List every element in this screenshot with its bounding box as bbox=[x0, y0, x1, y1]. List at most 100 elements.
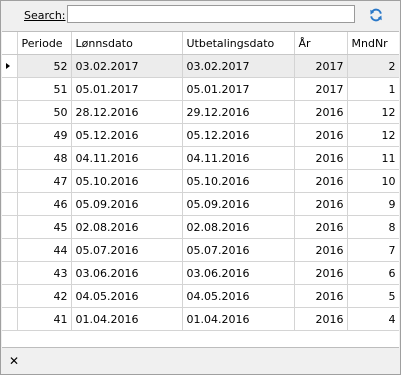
table-cell[interactable]: 1 bbox=[347, 77, 399, 101]
table-cell[interactable]: 2 bbox=[347, 54, 399, 78]
table-cell[interactable]: 05.12.2016 bbox=[182, 123, 295, 147]
search-label-text: Search: bbox=[24, 9, 66, 22]
table-cell[interactable]: 6 bbox=[347, 261, 399, 285]
table-cell[interactable]: 05.09.2016 bbox=[71, 192, 183, 216]
table-cell[interactable]: 2016 bbox=[294, 146, 348, 170]
table-cell[interactable]: 46 bbox=[17, 192, 72, 216]
row-indicator[interactable] bbox=[2, 100, 18, 124]
table-cell[interactable]: 2016 bbox=[294, 123, 348, 147]
table-cell[interactable]: 44 bbox=[17, 238, 72, 262]
table-cell[interactable]: 43 bbox=[17, 261, 72, 285]
table-row[interactable]: 50 28.12.2016 29.12.2016 2016 12 bbox=[2, 100, 399, 124]
table-cell[interactable]: 02.08.2016 bbox=[71, 215, 183, 239]
column-header-lonnsdato[interactable]: Lønnsdato bbox=[71, 32, 183, 55]
table-cell[interactable]: 28.12.2016 bbox=[71, 100, 183, 124]
table-row[interactable]: 52 03.02.2017 03.02.2017 2017 2 bbox=[2, 54, 399, 78]
table-cell[interactable]: 03.06.2016 bbox=[182, 261, 295, 285]
table-cell[interactable]: 2016 bbox=[294, 100, 348, 124]
table-cell[interactable]: 50 bbox=[17, 100, 72, 124]
table-cell[interactable]: 03.06.2016 bbox=[71, 261, 183, 285]
table-cell[interactable]: 03.02.2017 bbox=[71, 54, 183, 78]
table-cell[interactable]: 2017 bbox=[294, 54, 348, 78]
table-cell[interactable]: 7 bbox=[347, 238, 399, 262]
table-cell[interactable]: 5 bbox=[347, 284, 399, 308]
row-indicator[interactable] bbox=[2, 261, 18, 285]
row-indicator[interactable] bbox=[2, 146, 18, 170]
table-cell[interactable]: 2016 bbox=[294, 215, 348, 239]
table-row[interactable]: 42 04.05.2016 04.05.2016 2016 5 bbox=[2, 284, 399, 308]
table-cell[interactable]: 2016 bbox=[294, 238, 348, 262]
row-indicator[interactable] bbox=[2, 307, 18, 331]
row-indicator[interactable] bbox=[2, 54, 18, 78]
table-cell[interactable]: 03.02.2017 bbox=[182, 54, 295, 78]
table-cell[interactable]: 05.10.2016 bbox=[182, 169, 295, 193]
table-cell[interactable]: 47 bbox=[17, 169, 72, 193]
table-cell[interactable]: 9 bbox=[347, 192, 399, 216]
table-cell[interactable]: 05.10.2016 bbox=[71, 169, 183, 193]
table-cell[interactable]: 01.04.2016 bbox=[182, 307, 295, 331]
refresh-button[interactable] bbox=[367, 6, 385, 24]
table-cell[interactable]: 52 bbox=[17, 54, 72, 78]
table-row[interactable]: 49 05.12.2016 05.12.2016 2016 12 bbox=[2, 123, 399, 147]
table-cell[interactable]: 04.05.2016 bbox=[71, 284, 183, 308]
table-header-row: Periode Lønnsdato Utbetalingsdato År Mnd… bbox=[2, 32, 399, 55]
table-cell[interactable]: 49 bbox=[17, 123, 72, 147]
table-row[interactable]: 51 05.01.2017 05.01.2017 2017 1 bbox=[2, 77, 399, 101]
table-cell[interactable]: 12 bbox=[347, 100, 399, 124]
refresh-icon bbox=[370, 8, 382, 22]
table-row[interactable]: 44 05.07.2016 05.07.2016 2016 7 bbox=[2, 238, 399, 262]
table-cell[interactable]: 04.05.2016 bbox=[182, 284, 295, 308]
table-cell[interactable]: 2016 bbox=[294, 169, 348, 193]
column-header-ar[interactable]: År bbox=[294, 32, 348, 55]
row-indicator[interactable] bbox=[2, 284, 18, 308]
table-cell[interactable]: 4 bbox=[347, 307, 399, 331]
table-cell[interactable]: 02.08.2016 bbox=[182, 215, 295, 239]
row-pointer-icon bbox=[6, 63, 10, 69]
row-indicator[interactable] bbox=[2, 192, 18, 216]
table-cell[interactable]: 10 bbox=[347, 169, 399, 193]
search-input[interactable] bbox=[67, 5, 355, 23]
table-row[interactable]: 45 02.08.2016 02.08.2016 2016 8 bbox=[2, 215, 399, 239]
table-cell[interactable]: 05.07.2016 bbox=[71, 238, 183, 262]
column-header-periode[interactable]: Periode bbox=[17, 32, 72, 55]
table-cell[interactable]: 12 bbox=[347, 123, 399, 147]
table-cell[interactable]: 05.01.2017 bbox=[182, 77, 295, 101]
close-button[interactable]: ✕ bbox=[9, 355, 21, 367]
table-cell[interactable]: 2016 bbox=[294, 307, 348, 331]
table-row[interactable]: 41 01.04.2016 01.04.2016 2016 4 bbox=[2, 307, 399, 331]
table-cell[interactable]: 42 bbox=[17, 284, 72, 308]
row-indicator[interactable] bbox=[2, 238, 18, 262]
table-cell[interactable]: 51 bbox=[17, 77, 72, 101]
table-cell[interactable]: 41 bbox=[17, 307, 72, 331]
table-cell[interactable]: 04.11.2016 bbox=[182, 146, 295, 170]
row-indicator[interactable] bbox=[2, 169, 18, 193]
table-row[interactable]: 43 03.06.2016 03.06.2016 2016 6 bbox=[2, 261, 399, 285]
table-row[interactable]: 48 04.11.2016 04.11.2016 2016 11 bbox=[2, 146, 399, 170]
table-row[interactable]: 46 05.09.2016 05.09.2016 2016 9 bbox=[2, 192, 399, 216]
table-cell[interactable]: 2017 bbox=[294, 77, 348, 101]
table-cell[interactable]: 2016 bbox=[294, 192, 348, 216]
table-cell[interactable]: 05.09.2016 bbox=[182, 192, 295, 216]
column-header-utbetalingsdato[interactable]: Utbetalingsdato bbox=[182, 32, 295, 55]
table-row[interactable]: 47 05.10.2016 05.10.2016 2016 10 bbox=[2, 169, 399, 193]
search-bar: Search: bbox=[1, 1, 400, 29]
period-table: Periode Lønnsdato Utbetalingsdato År Mnd… bbox=[2, 32, 399, 331]
table-cell[interactable]: 05.07.2016 bbox=[182, 238, 295, 262]
table-cell[interactable]: 05.12.2016 bbox=[71, 123, 183, 147]
table-cell[interactable]: 45 bbox=[17, 215, 72, 239]
table-cell[interactable]: 05.01.2017 bbox=[71, 77, 183, 101]
table-cell[interactable]: 29.12.2016 bbox=[182, 100, 295, 124]
row-indicator[interactable] bbox=[2, 215, 18, 239]
column-header-mndnr[interactable]: MndNr bbox=[347, 32, 399, 55]
row-indicator[interactable] bbox=[2, 123, 18, 147]
row-indicator[interactable] bbox=[2, 77, 18, 101]
window-frame: Search: Periode Lønnsdato Utbetalingsdat… bbox=[0, 0, 401, 375]
table-cell[interactable]: 8 bbox=[347, 215, 399, 239]
table-cell[interactable]: 01.04.2016 bbox=[71, 307, 183, 331]
table-cell[interactable]: 04.11.2016 bbox=[71, 146, 183, 170]
table-cell[interactable]: 2016 bbox=[294, 284, 348, 308]
table-cell[interactable]: 2016 bbox=[294, 261, 348, 285]
table-body: 52 03.02.2017 03.02.2017 2017 2 51 05.01.2017 0… bbox=[2, 54, 399, 331]
table-cell[interactable]: 48 bbox=[17, 146, 72, 170]
table-cell[interactable]: 11 bbox=[347, 146, 399, 170]
